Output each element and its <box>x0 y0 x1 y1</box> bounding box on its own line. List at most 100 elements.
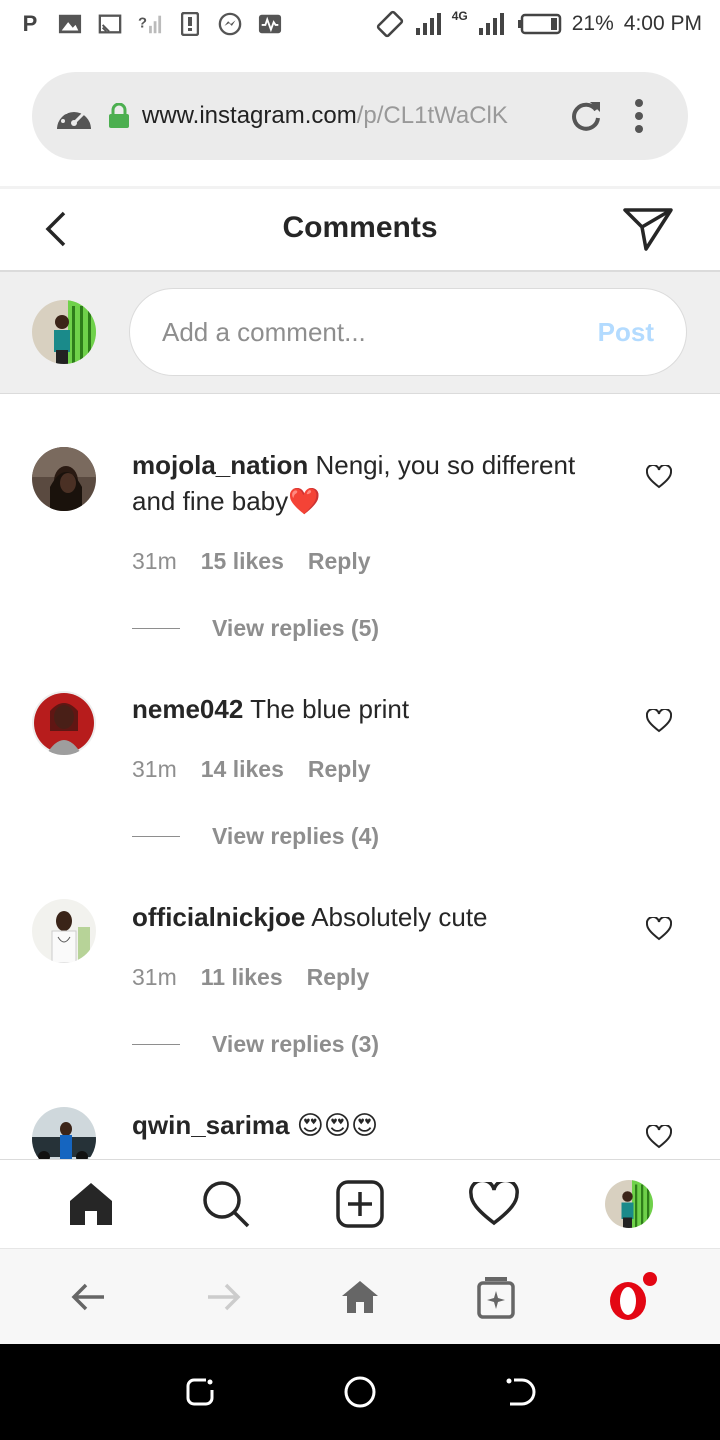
instagram-tab-bar <box>0 1159 720 1247</box>
add-comment-bar: Add a comment... Post <box>0 272 720 394</box>
sim-icon <box>178 12 202 36</box>
comment-time: 31m <box>132 964 177 990</box>
avatar[interactable] <box>32 1107 96 1159</box>
comment-emoji: ❤️ <box>288 486 321 516</box>
avatar[interactable] <box>32 691 96 755</box>
wifi-signal-icon <box>415 13 441 35</box>
back-nav-icon[interactable] <box>504 1376 536 1408</box>
url-domain: www.instagram.com <box>142 102 357 129</box>
reply-button[interactable]: Reply <box>307 964 370 991</box>
comment-text: neme042 The blue print <box>132 691 612 727</box>
comment-time: 31m <box>132 756 177 782</box>
view-replies-label[interactable]: View replies (4) <box>212 823 379 850</box>
comment-item: mojola_nation Nengi, you so different an… <box>0 395 720 655</box>
more-vertical-icon[interactable] <box>634 98 644 134</box>
new-post-icon <box>336 1179 384 1228</box>
view-replies-label[interactable]: View replies (3) <box>212 1031 379 1058</box>
comment-likes[interactable]: 11 likes <box>201 964 283 991</box>
comment-likes[interactable]: 14 likes <box>201 756 284 783</box>
view-replies[interactable]: View replies (4) <box>132 823 379 850</box>
comment-text: mojola_nation Nengi, you so different an… <box>132 447 612 519</box>
browser-toolbar: www.instagram.com/p/CL1tWaClK <box>0 48 720 188</box>
opera-logo-icon <box>610 1271 657 1320</box>
rotate-lock-icon <box>376 10 403 38</box>
address-bar[interactable]: www.instagram.com/p/CL1tWaClK <box>32 72 688 160</box>
home-icon <box>342 1280 378 1313</box>
status-notification-icons: P ? <box>18 11 282 36</box>
system-navigation-bar <box>0 1344 720 1440</box>
page-title: Comments <box>282 211 438 244</box>
comment-username[interactable]: mojola_nation <box>132 450 308 480</box>
browser-home-button[interactable] <box>332 1269 388 1325</box>
network-type: 4G <box>451 9 468 23</box>
view-replies[interactable]: View replies (3) <box>132 1031 379 1058</box>
activity-icon <box>258 12 282 36</box>
replies-divider <box>132 628 180 629</box>
search-icon <box>202 1180 249 1227</box>
svg-text:?: ? <box>138 16 147 32</box>
comments-header: Comments <box>0 189 720 272</box>
battery-percent: 21% <box>571 12 614 35</box>
like-heart-icon[interactable] <box>646 465 672 489</box>
browser-bottom-bar <box>0 1248 720 1344</box>
comment-time: 31m <box>132 548 177 574</box>
comment-item: neme042 The blue print 31m 14 likes Repl… <box>0 655 720 863</box>
forward-arrow-icon <box>208 1283 241 1310</box>
lock-icon <box>109 103 129 128</box>
tab-profile[interactable] <box>603 1178 655 1230</box>
home-icon <box>70 1182 113 1225</box>
activity-heart-icon <box>469 1181 520 1225</box>
status-system-icons: 4G 21% 4:00 PM <box>376 9 702 38</box>
avatar[interactable] <box>32 447 96 511</box>
comment-username[interactable]: officialnickjoe <box>132 902 305 932</box>
status-bar: P ? 4G 21% 4:00 PM <box>0 0 720 48</box>
speedometer-icon[interactable] <box>54 99 94 133</box>
comment-input-placeholder: Add a comment... <box>162 316 366 347</box>
comment-meta: 31m 15 likes Reply <box>132 548 371 575</box>
browser-back-button[interactable] <box>60 1269 116 1325</box>
view-replies[interactable]: View replies (5) <box>132 615 379 642</box>
cast-icon <box>98 12 122 36</box>
comment-input[interactable]: Add a comment... Post <box>129 288 687 376</box>
tab-new-post[interactable] <box>334 1178 386 1230</box>
opera-menu-button[interactable] <box>604 1269 660 1325</box>
no-signal-icon: ? <box>138 12 162 36</box>
reply-button[interactable]: Reply <box>308 548 371 575</box>
home-circle-icon[interactable] <box>343 1375 377 1409</box>
comment-text: officialnickjoe Absolutely cute <box>132 899 612 935</box>
tab-search[interactable] <box>200 1178 252 1230</box>
comments-list[interactable]: mojola_nation Nengi, you so different an… <box>0 395 720 1159</box>
share-send-icon[interactable] <box>622 205 674 253</box>
recent-apps-icon[interactable] <box>184 1376 216 1408</box>
tab-activity[interactable] <box>468 1178 520 1230</box>
comment-meta: 31m 14 likes Reply <box>132 756 371 783</box>
comment-emoji: 😍😍😍 <box>296 1110 379 1140</box>
avatar[interactable] <box>32 899 96 963</box>
post-button[interactable]: Post <box>598 317 654 348</box>
comment-username[interactable]: neme042 <box>132 694 243 724</box>
url-path: /p/CL1tWaClK <box>356 102 508 129</box>
comment-body: Absolutely cute <box>311 902 488 932</box>
reply-button[interactable]: Reply <box>308 756 371 783</box>
url-text[interactable]: www.instagram.com/p/CL1tWaClK <box>142 102 552 130</box>
replies-divider <box>132 1044 180 1045</box>
clock: 4:00 PM <box>623 12 702 35</box>
comment-likes[interactable]: 15 likes <box>201 548 284 575</box>
comment-text: qwin_sarima 😍😍😍 <box>132 1107 612 1143</box>
replies-divider <box>132 836 180 837</box>
back-arrow-icon <box>71 1283 104 1310</box>
reload-icon[interactable] <box>568 98 604 134</box>
comment-item: qwin_sarima 😍😍😍 <box>0 1071 720 1159</box>
like-heart-icon[interactable] <box>646 917 672 941</box>
browser-tabs-button[interactable] <box>468 1269 524 1325</box>
comment-body: The blue print <box>250 694 410 724</box>
image-icon <box>58 12 82 36</box>
browser-forward-button[interactable] <box>196 1269 252 1325</box>
like-heart-icon[interactable] <box>646 709 672 733</box>
like-heart-icon[interactable] <box>646 1125 672 1149</box>
battery-icon <box>517 13 561 35</box>
comment-username[interactable]: qwin_sarima <box>132 1110 290 1140</box>
view-replies-label[interactable]: View replies (5) <box>212 615 379 642</box>
p-icon: P <box>22 11 38 36</box>
tab-home[interactable] <box>65 1178 117 1230</box>
